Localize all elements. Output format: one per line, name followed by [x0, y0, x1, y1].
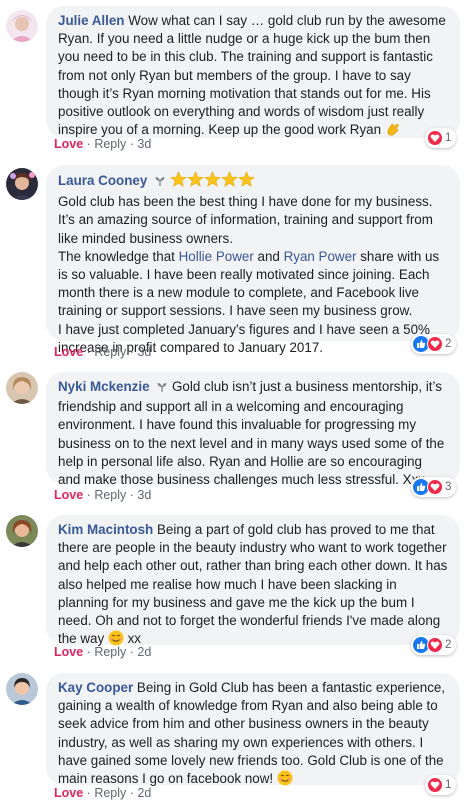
mention-link[interactable]: Hollie Power: [179, 249, 254, 264]
reaction-count: 2: [445, 639, 452, 651]
love-button[interactable]: Love: [54, 488, 83, 502]
comment-text: Gold club isn’t just a business mentorsh…: [58, 379, 445, 488]
reply-button[interactable]: Reply: [94, 488, 126, 502]
star-icon: [237, 171, 255, 193]
comment-author[interactable]: Laura Cooney: [58, 173, 147, 188]
reaction-count: 3: [445, 481, 452, 493]
mention-link[interactable]: Ryan Power: [284, 249, 357, 264]
comment-text: Being in Gold Club has been a fantastic …: [58, 680, 446, 787]
star-rating: [169, 171, 255, 188]
love-reaction-icon: [427, 336, 443, 352]
avatar[interactable]: [6, 372, 38, 404]
reaction-summary[interactable]: 2: [411, 334, 457, 354]
comment-text: Wow what can I say … gold club run by th…: [58, 13, 446, 138]
star-icon: [186, 171, 204, 193]
timestamp[interactable]: 3d: [137, 137, 151, 151]
top-fan-badge-icon: [156, 380, 168, 398]
timestamp[interactable]: 2d: [137, 786, 151, 800]
reaction-summary[interactable]: 2: [411, 635, 457, 655]
reaction-summary[interactable]: 3: [411, 477, 457, 497]
comment-text: Being a part of gold club has proved to …: [58, 522, 448, 647]
reaction-count: 1: [445, 132, 452, 144]
reaction-summary[interactable]: 1: [425, 128, 457, 148]
love-button[interactable]: Love: [54, 137, 83, 151]
avatar[interactable]: [6, 673, 38, 705]
avatar[interactable]: [6, 515, 38, 547]
comment-text: share with us is so valuable. I have bee…: [58, 248, 440, 355]
reply-button[interactable]: Reply: [94, 137, 126, 151]
timestamp[interactable]: 3d: [137, 488, 151, 502]
comment-actions: Love · Reply · 2d: [54, 645, 151, 659]
star-icon: [169, 171, 187, 193]
avatar[interactable]: [6, 10, 38, 42]
comment-author[interactable]: Kay Cooper: [58, 680, 133, 695]
reaction-count: 1: [445, 779, 452, 791]
reply-button[interactable]: Reply: [94, 786, 126, 800]
love-reaction-icon: [427, 777, 443, 793]
love-reaction-icon: [427, 479, 443, 495]
top-fan-badge-icon: [154, 174, 166, 192]
comment-actions: Love · Reply · 2d: [54, 786, 151, 800]
comment-bubble: Laura Cooney Gold club has been the best…: [46, 165, 460, 355]
clapping-hands-emoji: [385, 121, 401, 142]
comment-text: xx: [123, 631, 142, 647]
timestamp[interactable]: 3d: [137, 345, 151, 359]
love-reaction-icon: [427, 637, 443, 653]
comment-text: and: [253, 248, 284, 264]
timestamp[interactable]: 2d: [137, 645, 151, 659]
love-button[interactable]: Love: [54, 786, 83, 800]
reaction-count: 2: [445, 338, 452, 350]
comment-actions: Love · Reply · 3d: [54, 488, 151, 502]
comment-author[interactable]: Kim Macintosh: [58, 522, 153, 537]
comment-bubble: Kim Macintosh Being a part of gold club …: [46, 515, 460, 647]
love-button[interactable]: Love: [54, 645, 83, 659]
comment-body: Gold club has been the best thing I have…: [58, 193, 448, 357]
comment-bubble: Julie Allen Wow what can I say … gold cl…: [46, 6, 460, 138]
love-reaction-icon: [427, 130, 443, 146]
reply-button[interactable]: Reply: [94, 345, 126, 359]
smiling-face-emoji: [277, 770, 293, 791]
avatar[interactable]: [6, 168, 38, 200]
comment-bubble: Nyki Mckenzie Gold club isn’t just a bus…: [46, 372, 460, 488]
star-icon: [203, 171, 221, 193]
comment-author[interactable]: Nyki Mckenzie: [58, 379, 150, 394]
comment-bubble: Kay Cooper Being in Gold Club has been a…: [46, 673, 460, 787]
comment-actions: Love · Reply · 3d: [54, 137, 151, 151]
star-icon: [220, 171, 238, 193]
love-button[interactable]: Love: [54, 345, 83, 359]
reaction-summary[interactable]: 1: [425, 775, 457, 795]
reply-button[interactable]: Reply: [94, 645, 126, 659]
comment-author[interactable]: Julie Allen: [58, 13, 124, 28]
comment-actions: Love · Reply · 3d: [54, 345, 151, 359]
